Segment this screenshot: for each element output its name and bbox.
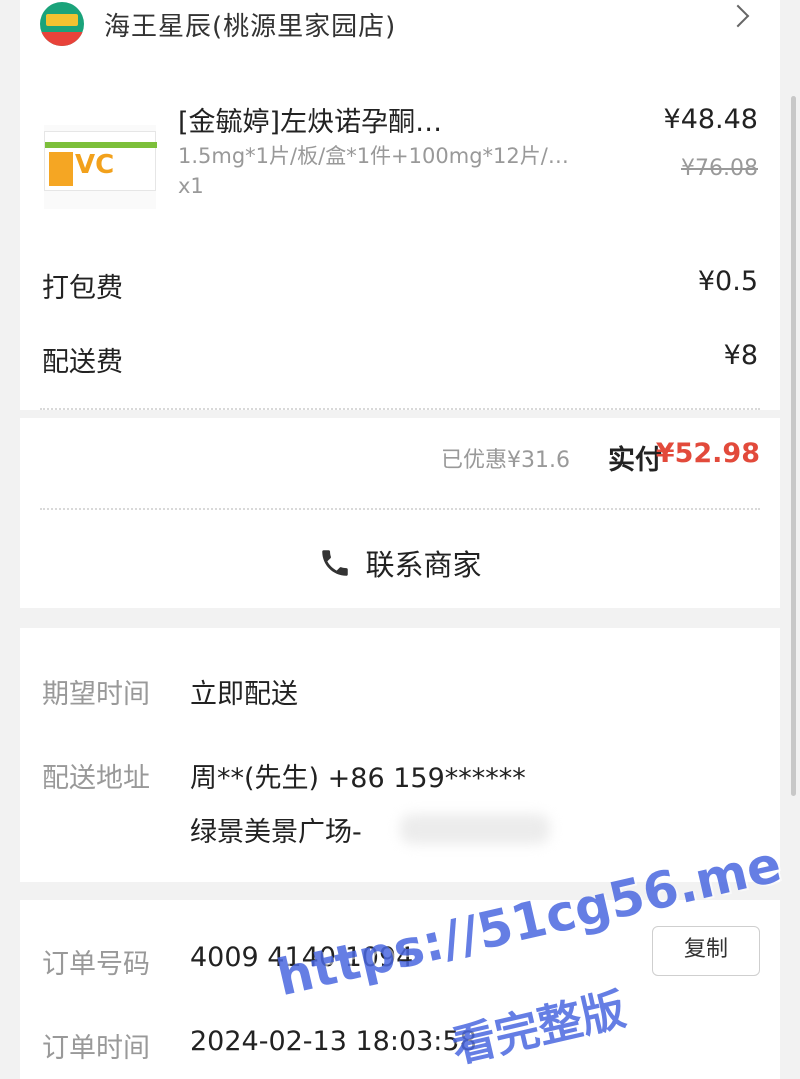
dotted-divider [40, 408, 760, 410]
address-label: 配送地址 [42, 763, 150, 794]
expected-time-label: 期望时间 [42, 679, 150, 710]
packing-fee-label: 打包费 [42, 273, 123, 304]
address-line-1: 周**(先生) +86 159****** [190, 763, 526, 794]
product-price: ¥48.48 [663, 104, 758, 135]
address-line-2: 绿景美景广场- [190, 817, 362, 848]
order-time-value: 2024-02-13 18:03:58 [190, 1026, 477, 1057]
product-spec: 1.5mg*1片/板/盒*1件+100mg*12片/… [178, 144, 569, 168]
delivery-fee-value: ¥8 [723, 340, 758, 371]
payment-total-card: 已优惠¥31.6 实付 ¥52.98 联系商家 [20, 418, 780, 608]
discount-text: 已优惠¥31.6 [441, 448, 570, 473]
product-title[interactable]: [金毓婷]左炔诺孕酮… [178, 100, 608, 139]
product-quantity: x1 [178, 174, 204, 198]
order-number-label: 订单号码 [42, 949, 150, 980]
delivery-info-card: 期望时间 立即配送 配送地址 周**(先生) +86 159****** 绿景美… [20, 628, 780, 882]
expected-time-value: 立即配送 [190, 679, 298, 710]
copy-order-number-button[interactable]: 复制 [652, 926, 760, 976]
contact-merchant-label: 联系商家 [365, 548, 482, 582]
order-summary-card: 海王星辰(桃源里家园店) VC [金毓婷]左炔诺孕酮… 1.5mg*1片/板/盒… [20, 0, 780, 410]
store-header[interactable]: 海王星辰(桃源里家园店) [20, 0, 780, 48]
chevron-right-icon[interactable] [726, 4, 750, 28]
contact-merchant-button[interactable]: 联系商家 [20, 542, 780, 586]
product-image[interactable]: VC [44, 125, 157, 209]
store-name[interactable]: 海王星辰(桃源里家园店) [104, 6, 396, 43]
delivery-fee-label: 配送费 [42, 347, 123, 378]
product-original-price: ¥76.08 [681, 156, 758, 181]
redacted-address [400, 814, 550, 844]
paid-amount: ¥52.98 [655, 438, 760, 469]
order-time-label: 订单时间 [42, 1033, 150, 1064]
packing-fee-row: 打包费 ¥0.5 [42, 266, 758, 304]
dotted-divider [40, 508, 760, 510]
phone-icon [322, 550, 349, 576]
store-logo [40, 2, 84, 46]
paid-label: 实付 [608, 445, 662, 476]
delivery-fee-row: 配送费 ¥8 [42, 340, 758, 378]
scrollbar[interactable] [791, 96, 796, 796]
packing-fee-value: ¥0.5 [697, 266, 758, 297]
